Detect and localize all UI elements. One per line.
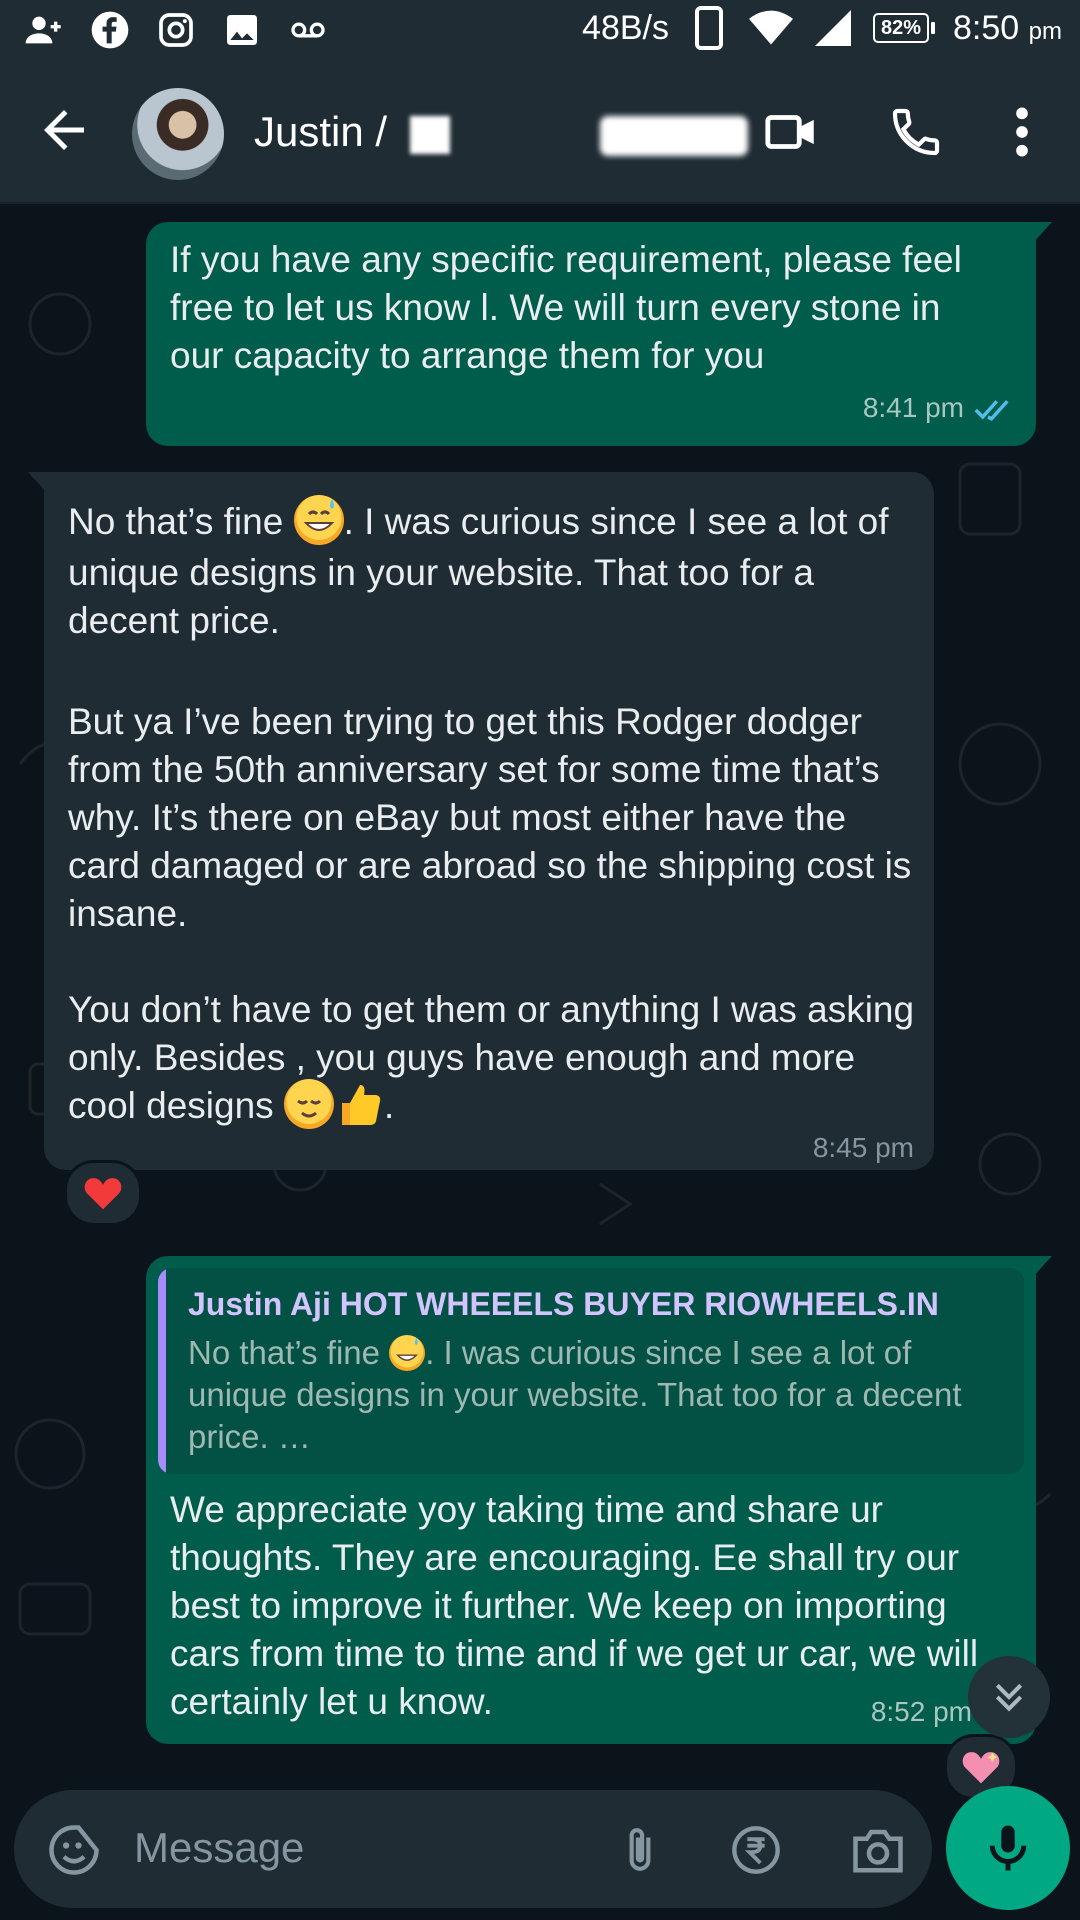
signal-icon (811, 6, 855, 50)
chat-area[interactable]: If you have any specific requirement, pl… (0, 204, 1080, 1800)
clock-time: 8:50 (953, 8, 1020, 47)
message-reaction[interactable] (64, 1160, 142, 1226)
system-status: 48B/s 82% 8:50 pm (582, 6, 1062, 50)
thumbs-up-emoji-icon (334, 1079, 384, 1129)
instagram-icon (154, 8, 198, 52)
grinning-sweat-emoji-icon (293, 495, 344, 546)
text-segment: No that’s fine (188, 1334, 390, 1371)
contact-name[interactable]: Justin / (254, 108, 387, 156)
scroll-to-bottom-button[interactable] (968, 1656, 1050, 1738)
contact-avatar[interactable] (132, 88, 224, 180)
bubble-tail (28, 472, 48, 494)
video-call-icon[interactable] (760, 100, 824, 164)
redaction-mark (600, 116, 748, 156)
more-options-icon[interactable] (990, 100, 1054, 164)
voice-message-button[interactable] (946, 1786, 1070, 1910)
clock-suffix: pm (1028, 17, 1062, 45)
read-ticks-icon (974, 400, 1009, 421)
voicemail-icon (286, 8, 330, 52)
outgoing-message[interactable]: If you have any specific requirement, pl… (146, 222, 1052, 446)
net-speed: 48B/s (582, 8, 669, 47)
relieved-face-emoji-icon (283, 1079, 334, 1130)
message-time: 8:45 pm (812, 1132, 914, 1163)
text-segment: No that’s fine (68, 501, 294, 542)
message-text: We appreciate yoy taking time and share … (170, 1489, 989, 1722)
message-input[interactable]: Message (134, 1824, 304, 1872)
quoted-text: No that’s fine . I was curious since I s… (188, 1332, 1004, 1458)
status-bar: 48B/s 82% 8:50 pm (0, 0, 1080, 64)
text-segment: . (383, 1085, 395, 1126)
notification-icons (22, 8, 330, 52)
camera-icon[interactable] (848, 1820, 908, 1880)
back-arrow-icon[interactable] (34, 100, 94, 160)
outgoing-reply-message[interactable]: Justin Aji HOT WHEEELS BUYER RIOWHEELS.I… (146, 1256, 1052, 1744)
message-paragraph: No that’s fine . I was curious since I s… (68, 495, 918, 645)
quote-accent-bar (158, 1268, 166, 1474)
message-composer: Message (14, 1790, 932, 1908)
gallery-icon (220, 8, 264, 52)
incoming-message[interactable]: No that’s fine . I was curious since I s… (28, 472, 934, 1170)
grinning-sweat-emoji-icon (389, 1335, 426, 1372)
text-segment: You don’t have to get them or anything I… (68, 989, 925, 1126)
microphone-icon (989, 1825, 1027, 1871)
redaction-mark (410, 116, 450, 154)
double-chevron-down-icon (995, 1683, 1023, 1712)
clock: 8:50 pm (953, 9, 1062, 48)
wifi-icon (748, 6, 793, 50)
add-contact-icon (22, 8, 66, 52)
chat-header: Justin / (0, 64, 1080, 204)
message-time: 8:41 pm (862, 392, 964, 423)
emoji-sticker-icon[interactable] (44, 1820, 104, 1880)
phone-icon (687, 6, 731, 50)
attach-icon[interactable] (610, 1820, 670, 1880)
quoted-sender-name: Justin Aji HOT WHEEELS BUYER RIOWHEELS.I… (188, 1286, 939, 1322)
message-time: 8:52 pm (870, 1696, 972, 1727)
voice-call-icon[interactable] (884, 100, 948, 164)
sparkling-heart-icon (962, 1752, 1000, 1784)
message-paragraph: You don’t have to get them or anything I… (68, 986, 918, 1133)
red-heart-icon (84, 1178, 122, 1210)
facebook-icon (88, 8, 132, 52)
quoted-message[interactable]: Justin Aji HOT WHEEELS BUYER RIOWHEELS.I… (158, 1268, 1024, 1474)
message-text: If you have any specific requirement, pl… (170, 239, 973, 376)
bubble-tail (1032, 1256, 1052, 1278)
battery-level: 82% (872, 13, 930, 43)
payment-rupee-icon[interactable] (726, 1820, 786, 1880)
battery-indicator: 82% (872, 13, 936, 43)
bubble-tail (1032, 222, 1052, 244)
message-paragraph: But ya I’ve been trying to get this Rodg… (68, 701, 922, 934)
